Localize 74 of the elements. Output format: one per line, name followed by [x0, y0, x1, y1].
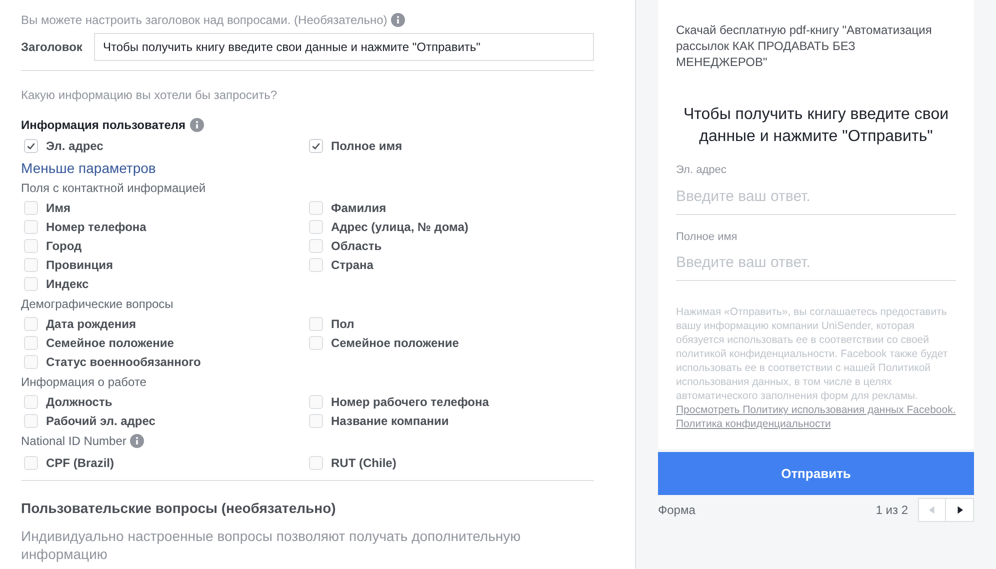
checkbox-label: Индекс — [46, 276, 89, 292]
form-headline: Чтобы получить книгу введите свои данные и нажмите "Отправить" — [682, 105, 950, 147]
section-title: Пользовательские вопросы (необязательно) — [21, 499, 337, 518]
right-triangle-icon — [956, 506, 962, 514]
checkbox-label: Статус военнообязанного — [46, 354, 201, 370]
checkbox-label: RUT (Chile) — [331, 454, 396, 472]
checkbox[interactable] — [309, 238, 323, 252]
prompt-text: Какую информацию вы хотели бы запросить? — [21, 87, 278, 104]
policy-link[interactable]: Политика конфиденциальности — [676, 418, 831, 430]
checkbox[interactable] — [24, 138, 38, 152]
checkbox[interactable] — [24, 220, 38, 234]
checkbox[interactable] — [24, 414, 38, 428]
legal-text: Нажимая «Отправить», вы соглашаетесь предоставить вашу информацию компании UniSender, которая обязуется использовать ее в соответствии со своей политикой конфиденциальности. Facebook также будет использовать ее в соответствии с нашей Политикой использования данных, в том числе в целях автоматического заполнения форм для рекламы. Просмотреть Политику использования данных Facebook. Политика конфиденциальности — [676, 305, 956, 431]
checkbox-label: CPF (Brazil) — [46, 454, 114, 472]
next-button[interactable] — [946, 498, 974, 522]
checkbox[interactable] — [309, 200, 323, 214]
checkbox[interactable] — [24, 456, 38, 470]
section-title: Информация пользователя — [21, 117, 186, 134]
checkbox-label: Полное имя — [331, 138, 402, 154]
checkbox[interactable] — [24, 394, 38, 408]
checkbox-label: Номер телефона — [46, 218, 146, 236]
checkbox[interactable] — [309, 336, 323, 350]
checkbox-label: Должность — [46, 394, 112, 410]
checkbox[interactable] — [24, 354, 38, 368]
headline-field[interactable]: Чтобы получить книгу введите свои данные и нажмите "Отправить" — [94, 33, 594, 61]
checkbox-label: Провинция — [46, 256, 114, 274]
check-icon — [311, 140, 321, 150]
fewer-options-link[interactable]: Меньше параметров — [21, 158, 156, 177]
checkbox[interactable] — [24, 336, 38, 350]
field-label: Заголовок — [21, 39, 84, 56]
checkbox[interactable] — [24, 276, 38, 290]
checkbox[interactable] — [24, 238, 38, 252]
checkbox[interactable] — [309, 316, 323, 330]
hint-text: Вы можете настроить заголовок над вопросами. (Необязательно) — [21, 12, 388, 29]
info-icon — [391, 13, 406, 27]
checkbox-label: Рабочий эл. адрес — [46, 412, 156, 430]
footer-label: Форма — [658, 502, 696, 519]
checkbox-label: Семейное положение — [46, 334, 174, 352]
field-label: Полное имя — [676, 230, 738, 244]
checkbox-label: Дата рождения — [46, 316, 136, 332]
checkbox-label: Номер рабочего телефона — [331, 394, 489, 410]
page-indicator: 1 из 2 — [876, 502, 908, 519]
group-title: Информация о работе — [21, 374, 146, 391]
field-label: Эл. адрес — [676, 163, 728, 178]
submit-button[interactable]: Отправить — [658, 452, 974, 495]
group-title: Демографические вопросы — [21, 296, 174, 313]
checkbox-label: Фамилия — [331, 200, 386, 216]
checkbox[interactable] — [309, 138, 323, 152]
group-title: National ID Number — [21, 433, 126, 450]
checkbox-label: Имя — [46, 200, 71, 216]
checkbox-label: Семейное положение — [331, 334, 459, 352]
checkbox-label: Пол — [331, 316, 354, 332]
checkbox-label: Город — [46, 238, 82, 254]
checkbox-label: Эл. адрес — [46, 138, 104, 154]
description-text: Индивидуально настроенные вопросы позволяют получать дополнительную информацию — [21, 527, 522, 563]
left-triangle-icon — [929, 506, 935, 514]
checkbox[interactable] — [24, 316, 38, 330]
info-icon — [190, 118, 204, 132]
checkbox-label: Название компании — [331, 412, 449, 430]
checkbox-label: Страна — [331, 256, 374, 274]
policy-link[interactable]: Просмотреть Политику использования данных Facebook. — [676, 404, 956, 416]
checkbox[interactable] — [24, 258, 38, 272]
checkbox[interactable] — [309, 220, 323, 234]
checkbox[interactable] — [309, 414, 323, 428]
checkbox[interactable] — [309, 456, 323, 470]
checkbox[interactable] — [309, 394, 323, 408]
checkbox[interactable] — [24, 200, 38, 214]
check-icon — [26, 140, 36, 150]
group-title: Поля с контактной информацией — [21, 180, 206, 197]
checkbox-label: Адрес (улица, № дома) — [331, 218, 468, 236]
checkbox[interactable] — [309, 258, 323, 272]
info-icon — [130, 434, 144, 448]
checkbox-label: Область — [331, 238, 382, 254]
intro-text: Скачай бесплатную pdf-книгу "Автоматизация рассылок КАК ПРОДАВАТЬ БЕЗ МЕНЕДЖЕРОВ" — [676, 22, 933, 70]
